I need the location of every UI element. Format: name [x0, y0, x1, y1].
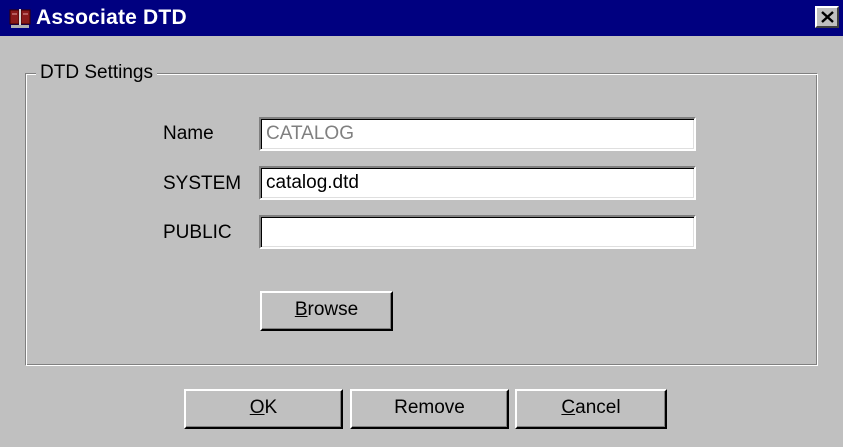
- cancel-button[interactable]: Cancel: [515, 389, 667, 429]
- system-field[interactable]: [259, 166, 696, 200]
- cancel-mnemonic: C: [561, 397, 576, 418]
- remove-button[interactable]: Remove: [350, 389, 509, 429]
- browse-button[interactable]: Browse: [260, 291, 393, 331]
- public-field[interactable]: [259, 215, 696, 249]
- ok-button[interactable]: OK: [184, 389, 343, 429]
- name-field[interactable]: [259, 117, 696, 151]
- associate-dtd-dialog: Associate DTD DTD Settings Name SYSTEM P…: [0, 0, 843, 447]
- name-label: Name: [163, 123, 214, 144]
- close-icon: [821, 11, 834, 23]
- window-title: Associate DTD: [36, 6, 187, 29]
- browse-label-rest: rowse: [307, 299, 359, 320]
- remove-label: Remove: [394, 397, 465, 418]
- ok-mnemonic: O: [249, 397, 265, 418]
- public-label: PUBLIC: [163, 222, 232, 243]
- title-bar[interactable]: Associate DTD: [0, 0, 843, 36]
- group-legend: DTD Settings: [36, 61, 157, 85]
- dtd-app-icon: [8, 6, 32, 30]
- browse-mnemonic: B: [294, 299, 308, 320]
- system-label: SYSTEM: [163, 173, 242, 194]
- close-button[interactable]: [815, 6, 839, 28]
- cancel-label-rest: ancel: [575, 397, 621, 418]
- ok-label-rest: K: [264, 397, 278, 418]
